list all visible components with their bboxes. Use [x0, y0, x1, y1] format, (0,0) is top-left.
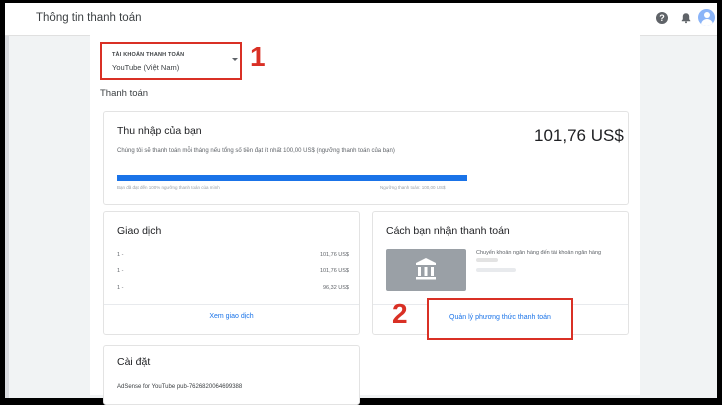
progress-caption-left: Bạn đã đạt đến 100% ngưỡng thanh toán củ… — [117, 185, 220, 190]
transaction-amount: 101,76 US$ — [319, 252, 349, 258]
page-title: Thông tin thanh toán — [36, 12, 142, 24]
view-transactions-link[interactable]: Xem giao dịch — [104, 313, 359, 320]
step-callout-1: 1 — [250, 41, 266, 72]
transaction-date: 1 - — [117, 268, 124, 274]
progress-caption-right: Ngưỡng thanh toán: 100,00 US$ — [380, 185, 446, 190]
manage-payment-methods-highlight[interactable]: Quản lý phương thức thanh toán — [427, 298, 573, 340]
publisher-id: AdSense for YouTube pub-7626820064699388 — [117, 384, 243, 390]
transaction-row[interactable]: 1 - 101,76 US$ — [117, 268, 349, 278]
settings-card: Cài đặt AdSense for YouTube pub-76268200… — [103, 345, 360, 405]
transaction-amount: 96,32 US$ — [323, 285, 349, 291]
transaction-row[interactable]: 1 - 101,76 US$ — [117, 252, 349, 262]
left-scroll-edge — [5, 36, 9, 398]
settings-title: Cài đặt — [117, 356, 151, 368]
billing-account-label: TÀI KHOẢN THANH TOÁN — [112, 52, 185, 58]
transactions-card: Giao dịch 1 - 101,76 US$ 1 - 101,76 US$ … — [103, 211, 360, 335]
top-app-bar: Thông tin thanh toán ? — [5, 3, 717, 36]
transaction-date: 1 - — [117, 285, 124, 291]
billing-account-value: YouTube (Việt Nam) — [112, 63, 180, 72]
help-icon[interactable]: ? — [656, 12, 668, 24]
earnings-description: Chúng tôi sẽ thanh toán mỗi tháng nếu tổ… — [117, 148, 395, 154]
transaction-row[interactable]: 1 - 96,32 US$ — [117, 285, 349, 295]
avatar[interactable] — [698, 9, 715, 26]
chevron-down-icon[interactable] — [232, 58, 238, 61]
redacted-bank-name — [476, 258, 498, 262]
payment-method-text: Chuyển khoản ngân hàng đến tài khoản ngâ… — [476, 250, 602, 256]
bank-tile — [386, 249, 466, 291]
billing-account-select[interactable]: TÀI KHOẢN THANH TOÁN YouTube (Việt Nam) — [100, 42, 242, 80]
bank-icon — [416, 258, 436, 280]
card-divider — [104, 304, 359, 305]
step-callout-2: 2 — [392, 298, 408, 329]
earnings-card: Thu nhập của bạn 101,76 US$ Chúng tôi sẽ… — [103, 111, 629, 205]
transaction-amount: 101,76 US$ — [319, 268, 349, 274]
manage-payment-methods-link[interactable]: Quản lý phương thức thanh toán — [429, 314, 571, 321]
bell-icon[interactable] — [680, 12, 692, 24]
progress-fill — [117, 175, 467, 181]
payment-threshold-progress — [117, 175, 467, 181]
redacted-account-number — [476, 268, 516, 272]
section-heading: Thanh toán — [100, 88, 149, 99]
earnings-title: Thu nhập của bạn — [117, 125, 202, 137]
transaction-date: 1 - — [117, 252, 124, 258]
earnings-amount: 101,76 US$ — [534, 126, 624, 145]
transactions-title: Giao dịch — [117, 225, 162, 237]
payment-method-title: Cách bạn nhận thanh toán — [386, 225, 510, 237]
